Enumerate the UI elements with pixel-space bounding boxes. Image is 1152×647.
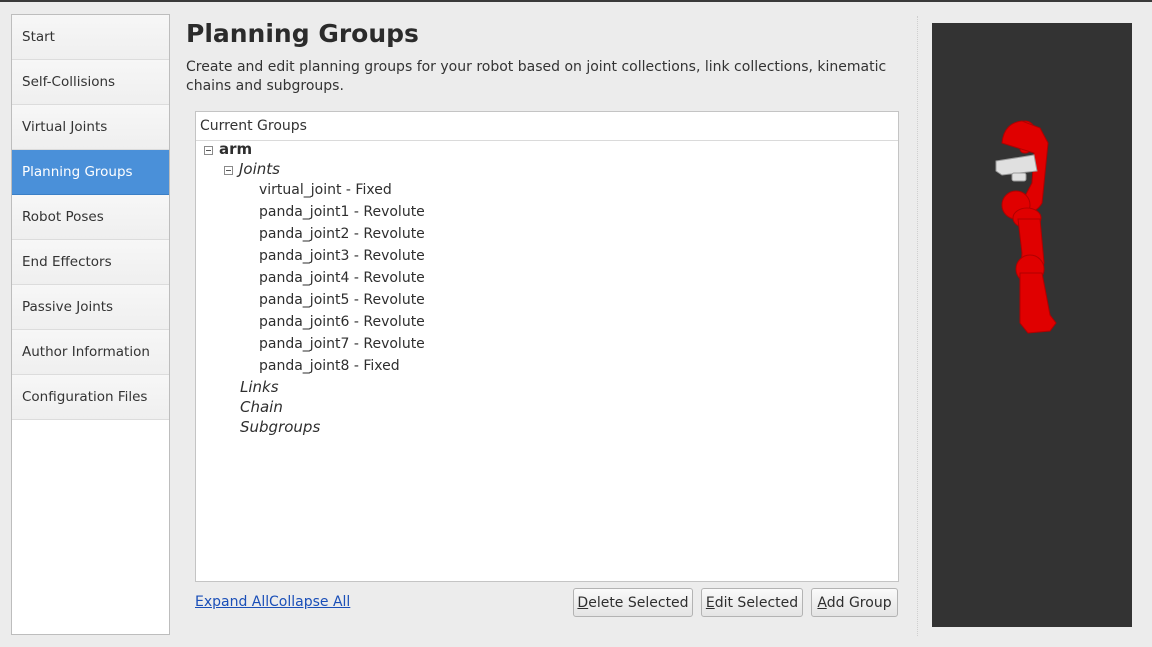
tree-links-node[interactable]: Links	[240, 378, 279, 396]
sidebar-item-planning-groups[interactable]: Planning Groups	[12, 150, 169, 195]
tree-chain-node[interactable]: Chain	[240, 398, 283, 416]
edit-label: dit Selected	[714, 594, 799, 611]
delete-selected-button[interactable]: Delete Selected	[573, 588, 693, 617]
sidebar-item-self-collisions[interactable]: Self-Collisions	[12, 60, 169, 105]
add-group-button[interactable]: Add Group	[811, 588, 898, 617]
window-top-border	[0, 0, 1152, 2]
sidebar-item-virtual-joints[interactable]: Virtual Joints	[12, 105, 169, 150]
sidebar-item-author-information[interactable]: Author Information	[12, 330, 169, 375]
splitter-handle[interactable]	[917, 16, 918, 636]
joint-item[interactable]: panda_joint4 - Revolute	[259, 270, 425, 286]
add-mnemonic: A	[817, 594, 827, 611]
collapse-all-link[interactable]: Collapse All	[269, 594, 350, 610]
sidebar-item-robot-poses[interactable]: Robot Poses	[12, 195, 169, 240]
tree-joints-node[interactable]: Joints	[239, 160, 280, 178]
tree-header: Current Groups	[196, 112, 898, 141]
groups-tree[interactable]: Current Groups arm Joints virtual_joint …	[195, 111, 899, 582]
delete-mnemonic: D	[577, 594, 589, 611]
expand-all-link[interactable]: Expand All	[195, 594, 269, 610]
joint-item[interactable]: panda_joint7 - Revolute	[259, 336, 425, 352]
joint-item[interactable]: panda_joint6 - Revolute	[259, 314, 425, 330]
page-title: Planning Groups	[186, 19, 419, 48]
joint-item[interactable]: panda_joint3 - Revolute	[259, 248, 425, 264]
joint-item[interactable]: panda_joint8 - Fixed	[259, 358, 400, 374]
sidebar-item-end-effectors[interactable]: End Effectors	[12, 240, 169, 285]
sidebar-item-configuration-files[interactable]: Configuration Files	[12, 375, 169, 420]
tree-subgroups-node[interactable]: Subgroups	[240, 418, 320, 436]
joint-item[interactable]: panda_joint5 - Revolute	[259, 292, 425, 308]
collapse-toggle-icon[interactable]	[204, 146, 213, 155]
page-description: Create and edit planning groups for your…	[186, 59, 887, 94]
joint-item[interactable]: panda_joint1 - Revolute	[259, 204, 425, 220]
sidebar-item-passive-joints[interactable]: Passive Joints	[12, 285, 169, 330]
robot-model-icon	[995, 120, 1057, 334]
edit-mnemonic: E	[705, 594, 715, 611]
delete-label: elete Selected	[588, 594, 689, 611]
joint-item[interactable]: virtual_joint - Fixed	[259, 182, 392, 198]
sidebar-nav: Start Self-Collisions Virtual Joints Pla…	[11, 14, 170, 635]
robot-3d-viewport[interactable]	[932, 23, 1132, 627]
sidebar-item-start[interactable]: Start	[12, 15, 169, 60]
edit-selected-button[interactable]: Edit Selected	[701, 588, 803, 617]
group-arm[interactable]: arm	[219, 140, 252, 158]
add-label: dd Group	[826, 594, 892, 611]
joint-item[interactable]: panda_joint2 - Revolute	[259, 226, 425, 242]
collapse-toggle-icon[interactable]	[224, 166, 233, 175]
